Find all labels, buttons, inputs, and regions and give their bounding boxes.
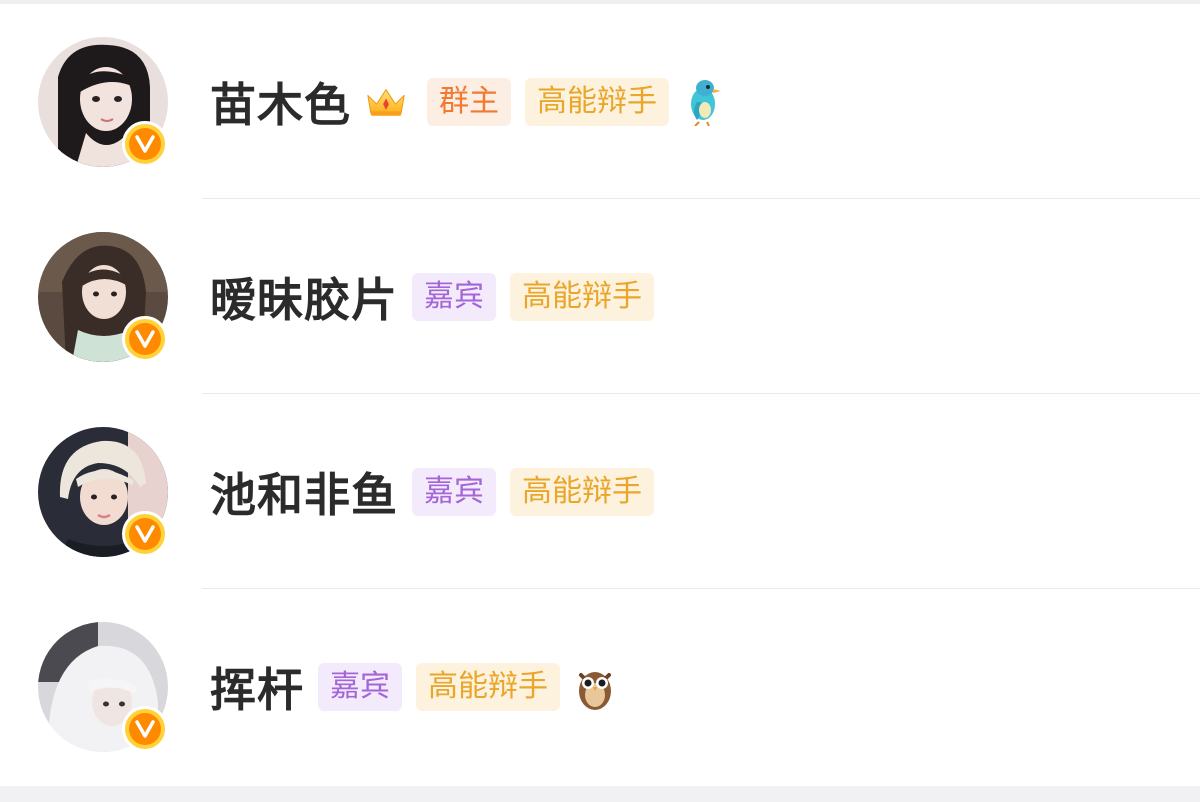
- tag-debater: 高能辩手: [525, 77, 669, 126]
- verified-badge-icon: [122, 121, 168, 167]
- avatar[interactable]: [38, 427, 168, 557]
- tag-guest: 嘉宾: [412, 272, 496, 321]
- member-name[interactable]: 暧昧胶片: [210, 264, 398, 330]
- tag-debater: 高能辩手: [510, 272, 654, 321]
- member-row[interactable]: 挥杆 嘉宾 高能辩手: [0, 589, 1200, 784]
- owl-icon: [574, 663, 616, 711]
- bird-icon: [683, 78, 725, 126]
- bottom-separator: [0, 786, 1200, 802]
- member-info: 挥杆 嘉宾 高能辩手: [210, 589, 616, 784]
- tag-guest: 嘉宾: [318, 662, 402, 711]
- member-name[interactable]: 苗木色: [210, 69, 351, 135]
- tag-debater: 高能辩手: [510, 467, 654, 516]
- crown-icon: [365, 78, 407, 126]
- verified-badge-icon: [122, 316, 168, 362]
- member-row[interactable]: 池和非鱼 嘉宾 高能辩手: [0, 394, 1200, 589]
- avatar[interactable]: [38, 232, 168, 362]
- member-name[interactable]: 挥杆: [210, 654, 304, 720]
- tag-guest: 嘉宾: [412, 467, 496, 516]
- tag-debater: 高能辩手: [416, 662, 560, 711]
- verified-badge-icon: [122, 706, 168, 752]
- member-info: 池和非鱼 嘉宾 高能辩手: [210, 394, 668, 589]
- member-row[interactable]: 暧昧胶片 嘉宾 高能辩手: [0, 199, 1200, 394]
- member-name[interactable]: 池和非鱼: [210, 459, 398, 525]
- verified-badge-icon: [122, 511, 168, 557]
- member-list: 苗木色 群主 高能辩手 暧昧胶片 嘉宾 高能辩手 池和非鱼 嘉宾 高能辩手 挥杆…: [0, 4, 1200, 784]
- member-info: 苗木色 群主 高能辩手: [210, 4, 725, 199]
- tag-owner: 群主: [427, 77, 511, 126]
- avatar[interactable]: [38, 622, 168, 752]
- member-row[interactable]: 苗木色 群主 高能辩手: [0, 4, 1200, 199]
- avatar[interactable]: [38, 37, 168, 167]
- member-info: 暧昧胶片 嘉宾 高能辩手: [210, 199, 668, 394]
